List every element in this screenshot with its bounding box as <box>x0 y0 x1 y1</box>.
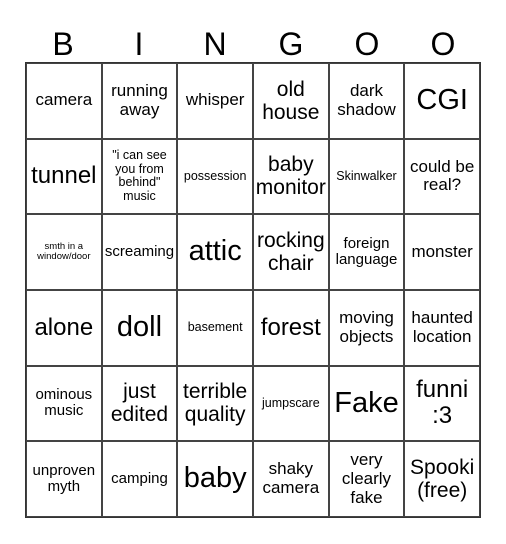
bingo-cell[interactable]: terrible quality <box>177 365 253 442</box>
bingo-cell[interactable]: possession <box>177 138 253 215</box>
bingo-cell[interactable]: doll <box>101 289 178 366</box>
bingo-cell[interactable]: baby monitor <box>252 138 329 215</box>
bingo-cell[interactable]: Spooki (free) <box>404 441 480 517</box>
bingo-cell[interactable]: attic <box>177 214 253 290</box>
header-letter-i: I <box>134 26 144 62</box>
bingo-cell[interactable]: dark shadow <box>328 63 405 139</box>
bingo-cell[interactable]: just edited <box>101 365 178 442</box>
bingo-cell[interactable]: haunted location <box>404 289 480 366</box>
bingo-cell[interactable]: smth in a window/door <box>26 214 102 290</box>
header-letter-o2: O <box>430 26 456 62</box>
bingo-cell[interactable]: rocking chair <box>252 214 329 290</box>
header-letter-n: N <box>203 26 227 62</box>
header-letter-o: O <box>354 26 380 62</box>
bingo-cell[interactable]: "i can see you from behind" music <box>101 138 178 215</box>
bingo-cell[interactable]: whisper <box>177 63 253 139</box>
bingo-cell[interactable]: baby <box>177 441 253 517</box>
bingo-cell[interactable]: shaky camera <box>252 441 329 517</box>
bingo-cell[interactable]: tunnel <box>26 138 102 215</box>
bingo-cell[interactable]: very clearly fake <box>328 441 405 517</box>
bingo-cell[interactable]: basement <box>177 289 253 366</box>
bingo-header: B I N G O O <box>25 26 481 62</box>
header-letter-b: B <box>52 26 74 62</box>
bingo-cell[interactable]: moving objects <box>328 289 405 366</box>
bingo-cell[interactable]: could be real? <box>404 138 480 215</box>
bingo-cell[interactable]: forest <box>252 289 329 366</box>
bingo-cell[interactable]: camera <box>26 63 102 139</box>
bingo-cell[interactable]: alone <box>26 289 102 366</box>
bingo-cell[interactable]: CGI <box>404 63 480 139</box>
bingo-cell[interactable]: running away <box>101 63 178 139</box>
bingo-cell[interactable]: camping <box>101 441 178 517</box>
bingo-cell[interactable]: Fake <box>328 365 405 442</box>
bingo-cell[interactable]: old house <box>252 63 329 139</box>
bingo-cell[interactable]: unproven myth <box>26 441 102 517</box>
bingo-cell[interactable]: ominous music <box>26 365 102 442</box>
bingo-cell[interactable]: foreign language <box>328 214 405 290</box>
bingo-grid: camera running away whisper old house da… <box>25 62 481 518</box>
header-letter-g: G <box>278 26 304 62</box>
bingo-cell[interactable]: funni :3 <box>404 365 480 442</box>
bingo-cell[interactable]: screaming <box>101 214 178 290</box>
bingo-cell[interactable]: Skinwalker <box>328 138 405 215</box>
bingo-cell[interactable]: monster <box>404 214 480 290</box>
bingo-cell[interactable]: jumpscare <box>252 365 329 442</box>
